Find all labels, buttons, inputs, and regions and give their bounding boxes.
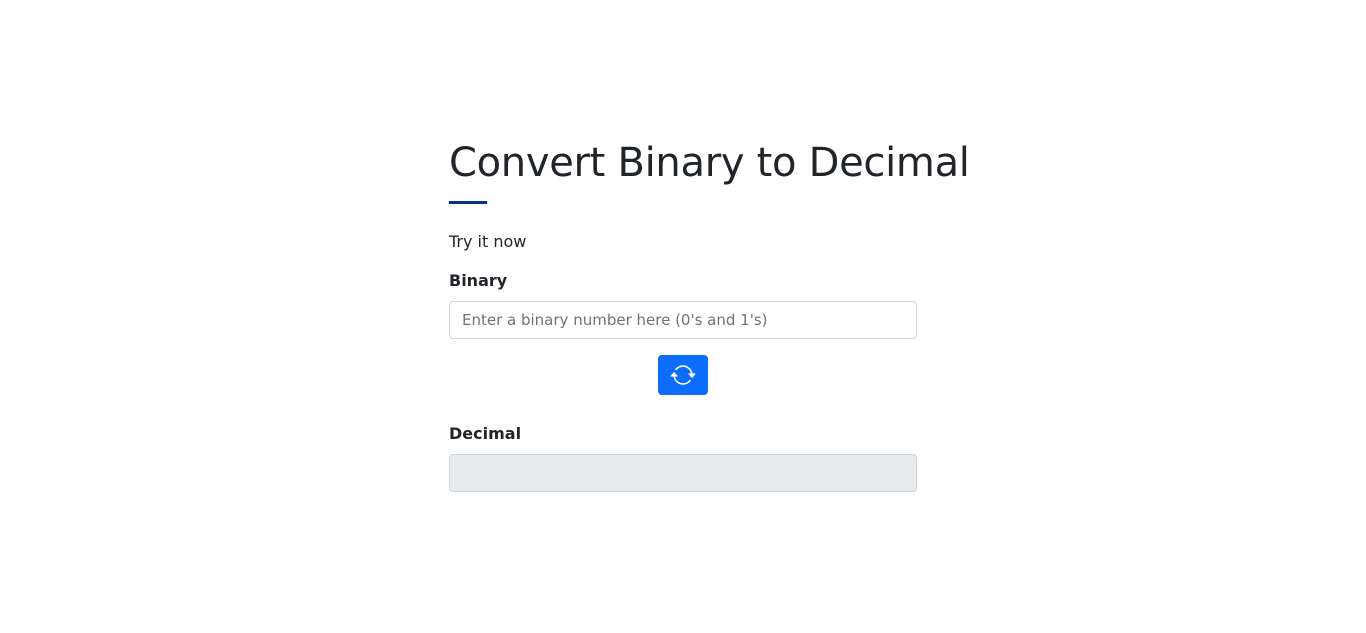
decimal-label: Decimal bbox=[449, 424, 522, 443]
intro-text: Try it now bbox=[449, 232, 527, 251]
binary-input[interactable] bbox=[449, 301, 917, 339]
convert-button-row bbox=[449, 355, 917, 395]
converter-panel: Convert Binary to Decimal Try it now Bin… bbox=[449, 136, 970, 492]
refresh-icon bbox=[670, 365, 696, 385]
binary-label: Binary bbox=[449, 271, 508, 290]
title-underline bbox=[449, 201, 487, 204]
decimal-output[interactable] bbox=[449, 454, 917, 492]
convert-button[interactable] bbox=[658, 355, 708, 395]
page-title: Convert Binary to Decimal bbox=[449, 140, 970, 186]
